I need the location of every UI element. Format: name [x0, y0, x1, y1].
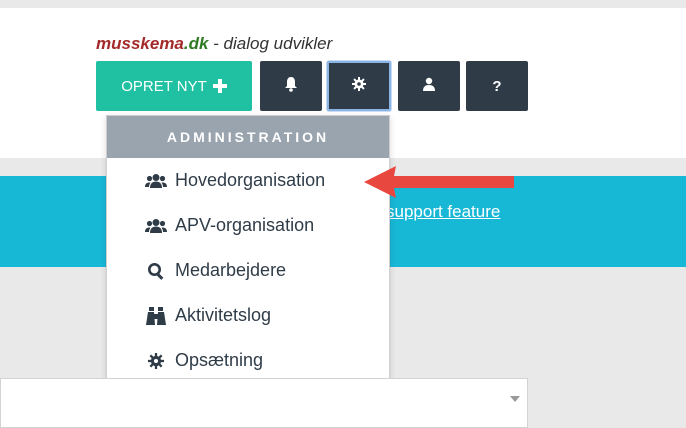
- create-new-label: OPRET NYT: [121, 77, 207, 95]
- notifications-button[interactable]: [260, 61, 322, 111]
- help-button[interactable]: ?: [466, 61, 528, 111]
- binoculars-icon: [145, 306, 167, 325]
- create-new-button[interactable]: OPRET NYT: [96, 61, 252, 111]
- bell-icon: [284, 76, 298, 96]
- brand-domain: .dk: [183, 34, 209, 53]
- users-icon: [145, 218, 167, 234]
- menu-item-label: Hovedorganisation: [175, 170, 326, 190]
- brand-tagline: - dialog udvikler: [208, 34, 333, 53]
- menu-item-hovedorganisation[interactable]: Hovedorganisation: [107, 158, 389, 203]
- menu-item-aktivitetslog[interactable]: Aktivitetslog: [107, 293, 389, 338]
- menu-item-apv-organisation[interactable]: APV-organisation: [107, 203, 389, 248]
- menu-item-medarbejdere[interactable]: Medarbejdere: [107, 248, 389, 293]
- admin-dropdown-menu: ADMINISTRATION Hovedorganisation APV-org…: [106, 115, 390, 398]
- menu-item-label: APV-organisation: [175, 215, 315, 235]
- menu-item-label: Opsætning: [175, 350, 264, 370]
- users-icon: [145, 173, 167, 189]
- chevron-down-icon: [510, 396, 520, 402]
- menu-item-label: Aktivitetslog: [175, 305, 272, 325]
- support-feature-link[interactable]: support feature: [386, 202, 500, 222]
- brand-name: musskema: [96, 34, 184, 53]
- gear-icon: [145, 352, 167, 369]
- menu-item-label: Medarbejdere: [175, 260, 287, 280]
- help-label: ?: [492, 77, 502, 95]
- user-icon: [422, 77, 436, 95]
- menu-item-opsaetning[interactable]: Opsætning: [107, 338, 389, 383]
- plus-icon: [212, 75, 227, 97]
- menu-header: ADMINISTRATION: [107, 116, 389, 158]
- search-icon: [145, 262, 167, 280]
- brand-logo[interactable]: musskema.dk - dialog udvikler: [96, 34, 332, 54]
- pointer-arrow-icon: [364, 166, 514, 198]
- gear-icon: [352, 77, 366, 95]
- settings-button[interactable]: [327, 61, 391, 111]
- app-frame: { "header": { "brand_part1": "musskema",…: [0, 0, 686, 428]
- profile-button[interactable]: [398, 61, 460, 111]
- select-dropdown[interactable]: [0, 378, 528, 428]
